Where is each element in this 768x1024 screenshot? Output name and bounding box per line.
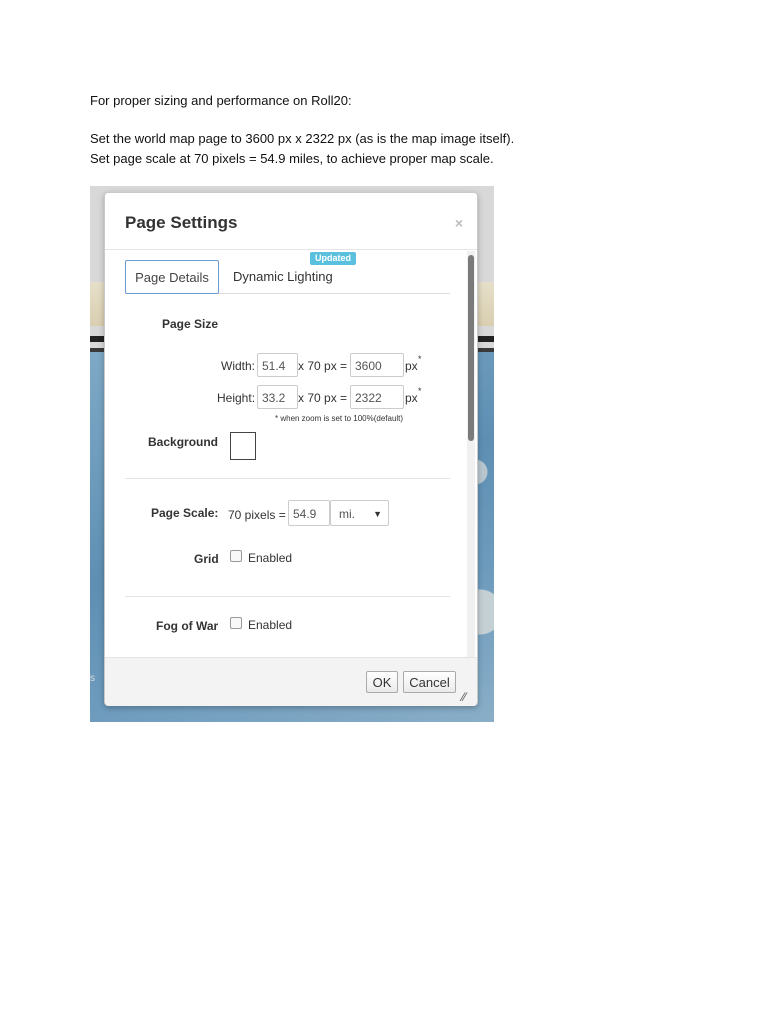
intro-text: For proper sizing and performance on Rol… <box>90 93 352 108</box>
width-label: Width: <box>221 359 256 373</box>
width-asterisk: * <box>418 354 422 364</box>
fog-of-war-label: Fog of War <box>156 619 219 633</box>
zoom-note: * when zoom is set to 100%(default) <box>275 414 404 423</box>
map-edge-label-left: s <box>90 673 95 684</box>
background-label: Background <box>148 435 219 449</box>
grid-label: Grid <box>194 552 219 566</box>
section-divider <box>125 596 450 597</box>
grid-checkbox[interactable] <box>230 550 242 562</box>
close-icon[interactable]: × <box>455 215 463 231</box>
width-px-input[interactable]: 3600 <box>350 353 404 377</box>
height-label: Height: <box>217 391 256 405</box>
ok-button[interactable]: OK <box>366 671 398 693</box>
page-settings-dialog: Page Settings × Page Details Updated Dyn… <box>104 192 478 706</box>
tab-dynamic-lighting[interactable]: Dynamic Lighting <box>233 269 333 284</box>
scale-unit-select[interactable]: mi. ▼ <box>330 500 389 526</box>
height-px-input[interactable]: 2322 <box>350 385 404 409</box>
section-divider <box>125 478 450 479</box>
resize-grip-icon[interactable]: ⁄⁄ <box>462 690 466 704</box>
roll20-screenshot: war s Page Settings × Page Details Updat… <box>90 186 494 722</box>
fog-of-war-checkbox-label: Enabled <box>248 618 293 632</box>
updated-badge: Updated <box>310 252 356 265</box>
dialog-title: Page Settings <box>125 213 238 232</box>
height-multiplier: x 70 px = <box>298 391 348 405</box>
scrollbar-thumb[interactable] <box>468 255 474 441</box>
height-px-suffix: px <box>405 391 418 405</box>
height-asterisk: * <box>418 386 422 396</box>
title-divider <box>105 249 477 250</box>
chevron-down-icon: ▼ <box>373 509 382 519</box>
page-scale-label: Page Scale: <box>151 506 219 520</box>
scale-unit-value: mi. <box>339 507 355 521</box>
tab-page-details[interactable]: Page Details <box>125 260 219 294</box>
height-units-input[interactable]: 33.2 <box>257 385 298 409</box>
cancel-button[interactable]: Cancel <box>403 671 456 693</box>
instruction-page-scale: Set page scale at 70 pixels = 54.9 miles… <box>90 151 494 166</box>
background-color-swatch[interactable] <box>230 432 256 460</box>
width-units-input[interactable]: 51.4 <box>257 353 298 377</box>
page-scale-input[interactable]: 54.9 <box>288 500 330 526</box>
grid-checkbox-label: Enabled <box>248 551 293 565</box>
width-px-suffix: px <box>405 359 418 373</box>
page-scale-prefix: 70 pixels = <box>228 508 286 522</box>
page-size-label: Page Size <box>162 317 219 331</box>
instruction-page-size: Set the world map page to 3600 px x 2322… <box>90 131 515 146</box>
width-multiplier: x 70 px = <box>298 359 348 373</box>
fog-of-war-checkbox[interactable] <box>230 617 242 629</box>
